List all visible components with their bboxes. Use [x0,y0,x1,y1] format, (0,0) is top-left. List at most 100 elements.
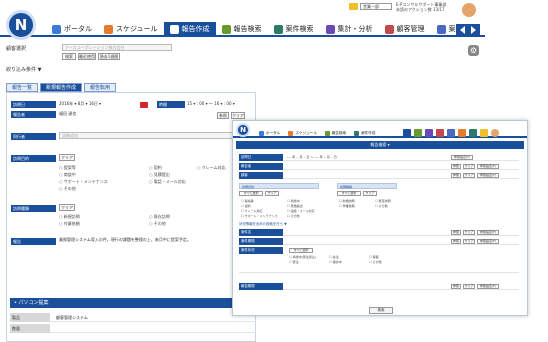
mail-icon[interactable] [349,3,358,10]
purpose-radio[interactable]: ○ 提案等 [59,165,76,170]
ref-button[interactable]: 参照 [451,239,461,244]
calendar-icon[interactable] [458,129,466,137]
search-button[interactable]: 検索 [369,307,393,314]
front-nav-item[interactable]: 報告検索 [321,130,350,137]
ref-button[interactable]: 参照 [451,284,461,289]
mail-icon[interactable] [480,129,488,137]
front-nav-item[interactable]: 案件作成 [350,130,379,137]
customer-field[interactable]: アースコーポレーション株式会社 [62,44,172,51]
app-logo[interactable]: N [6,10,36,40]
tab-report-list[interactable]: 報告一覧 [6,83,39,92]
purpose-checkbox[interactable]: ☐ 契約 [241,204,251,208]
ref-button[interactable]: 参照 [451,164,461,169]
type-checkbox[interactable]: ☐ 作業依頼 [339,204,355,208]
nav-item-report-create[interactable]: 報告作成 [163,22,216,36]
select-all-button[interactable]: すべて選択 [239,191,263,196]
clear-button[interactable]: クリア [463,284,475,289]
companion-field[interactable]: 試験追加 [59,132,249,139]
front-nav-item[interactable]: ポータル [255,130,284,137]
purpose-checkbox[interactable]: ☐ 提案等 [241,199,254,203]
visit-date-range[interactable]: ---- 年 -- 月 -- 日 ～ ---- 年 -- 月 -- 日 [287,155,337,160]
clear-button[interactable]: クリア [265,191,279,196]
recent-button[interactable]: 最近使用 [78,53,96,60]
type-radio[interactable]: ○ その他 [149,221,166,226]
advanced-search-toggle[interactable]: 状況情報を含めた検索を行う ▼ [239,221,287,226]
past-week-button[interactable]: 過去1週間 [98,53,120,60]
purpose-checkbox[interactable]: ☐ 商談中 [287,199,300,203]
visit-date-field[interactable]: 2016年 ▾ 8月 ▾ 16日 ▾ [59,101,101,107]
clear-button[interactable]: クリア [231,112,245,119]
case-icon[interactable] [447,129,455,137]
avatar[interactable] [491,129,499,137]
purpose-clear-button[interactable]: クリア [59,154,75,161]
type-checkbox[interactable]: ☐ その他 [375,204,388,208]
purpose-radio[interactable]: ○ サポート・メンテナンス [59,179,108,184]
nav-item-portal[interactable]: ポータル [46,22,98,36]
nav-item-schedule[interactable]: スケジュール [98,22,164,36]
purpose-checkbox[interactable]: ☐ その他 [287,214,300,218]
purpose-radio[interactable]: ○ 契約 [149,165,162,170]
select-all-button[interactable]: すべて選択 [337,191,361,196]
search-icon[interactable] [414,129,422,137]
analysis-icon[interactable] [425,129,433,137]
tab-report-reuse[interactable]: 報告転用 [84,83,117,92]
status-checkbox[interactable]: ☐ 検討中 [329,260,342,264]
pc-proposal-bar[interactable]: • パソコン提案 [10,298,256,308]
type-checkbox[interactable]: ☐ 新規訪問 [339,199,355,203]
arrow-left-icon[interactable] [460,26,465,34]
type-radio[interactable]: ○ 新規訪問 [59,214,80,219]
type-radio[interactable]: ○ 既存訪問 [149,214,170,219]
row-value[interactable]: 顧客管理システム [56,313,88,322]
ref-settings-button[interactable]: 参照設定(F) [477,284,499,289]
ref-settings-button[interactable]: 参照設定(F) [477,239,499,244]
type-clear-button[interactable]: クリア [59,204,75,211]
purpose-checkbox[interactable]: ☐ サポート・メンテナンス [241,214,278,218]
tab-new-report[interactable]: 新規報告作成 [40,83,83,92]
report-search-header[interactable]: 報告検索 ▾ [236,141,524,149]
clear-button[interactable]: クリア [363,191,377,196]
ref-button[interactable]: 参照 [217,112,229,119]
nav-item-case-search[interactable]: 案件検索 [268,22,320,36]
type-checkbox[interactable]: ☐ 既存訪問 [375,199,391,203]
nav-scroll-arrows[interactable] [456,24,480,36]
purpose-radio[interactable]: ○ クレーム対応 [197,165,226,170]
purpose-checkbox[interactable]: ☐ クレーム対応 [241,209,263,213]
status-checkbox[interactable]: ☐ 商談中(受注見込) [289,255,316,259]
ref-settings-button[interactable]: 参照設定(F) [451,155,473,160]
nav-item-report-search[interactable]: 報告検索 [216,22,268,36]
clear-button[interactable]: クリア [463,230,475,235]
clear-button[interactable]: クリア [463,239,475,244]
purpose-radio[interactable]: ○ 商談中 [59,172,76,177]
nav-item-analysis[interactable]: 集計・分析 [320,22,379,36]
clear-button[interactable]: クリア [463,164,475,169]
calendar-icon[interactable] [140,102,148,108]
status-checkbox[interactable]: ☐ 失注 [329,255,339,259]
purpose-checkbox[interactable]: ☐ 見積提出 [287,204,303,208]
purpose-radio[interactable]: ○ 電話・メール対応 [149,179,186,184]
app-logo[interactable]: N [236,123,250,137]
search-button[interactable]: 検索 [62,53,76,60]
ref-settings-button[interactable]: 参照設定(F) [477,230,499,235]
ref-button[interactable]: 参照 [451,173,461,178]
department-select[interactable]: 営業一部 [360,3,392,10]
filter-toggle[interactable]: 絞り込み条件 ▼ [6,66,41,73]
customer-icon[interactable] [436,129,444,137]
avatar[interactable] [462,3,476,17]
purpose-radio[interactable]: ○ その他 [59,186,76,191]
report-text[interactable]: 業務管理システム導入の件。現行の課題を整理の上、来月中に提案予定。 [59,237,249,243]
purpose-radio[interactable]: ○ 見積提出 [149,172,170,177]
status-checkbox[interactable]: ☐ 受注 [289,260,299,264]
front-nav-item[interactable]: スケジュール [284,130,320,137]
purpose-checkbox[interactable]: ☐ 電話・メール対応 [287,209,315,213]
ref-button[interactable]: 参照 [451,230,461,235]
status-checkbox[interactable]: ☐ 保留 [369,255,379,259]
ref-settings-button[interactable]: 参照設定(F) [477,173,499,178]
arrow-right-icon[interactable] [471,26,476,34]
status-checkbox[interactable]: ☐ その他 [369,260,382,264]
select-all-button[interactable]: すべて選択 [289,248,313,253]
nav-item-customer[interactable]: 顧客管理 [379,22,431,36]
type-radio[interactable]: ○ 作業依頼 [59,221,80,226]
clear-button[interactable]: クリア [463,173,475,178]
ref-settings-button[interactable]: 参照設定(F) [477,164,499,169]
gear-icon[interactable]: ⚙ [468,45,479,56]
